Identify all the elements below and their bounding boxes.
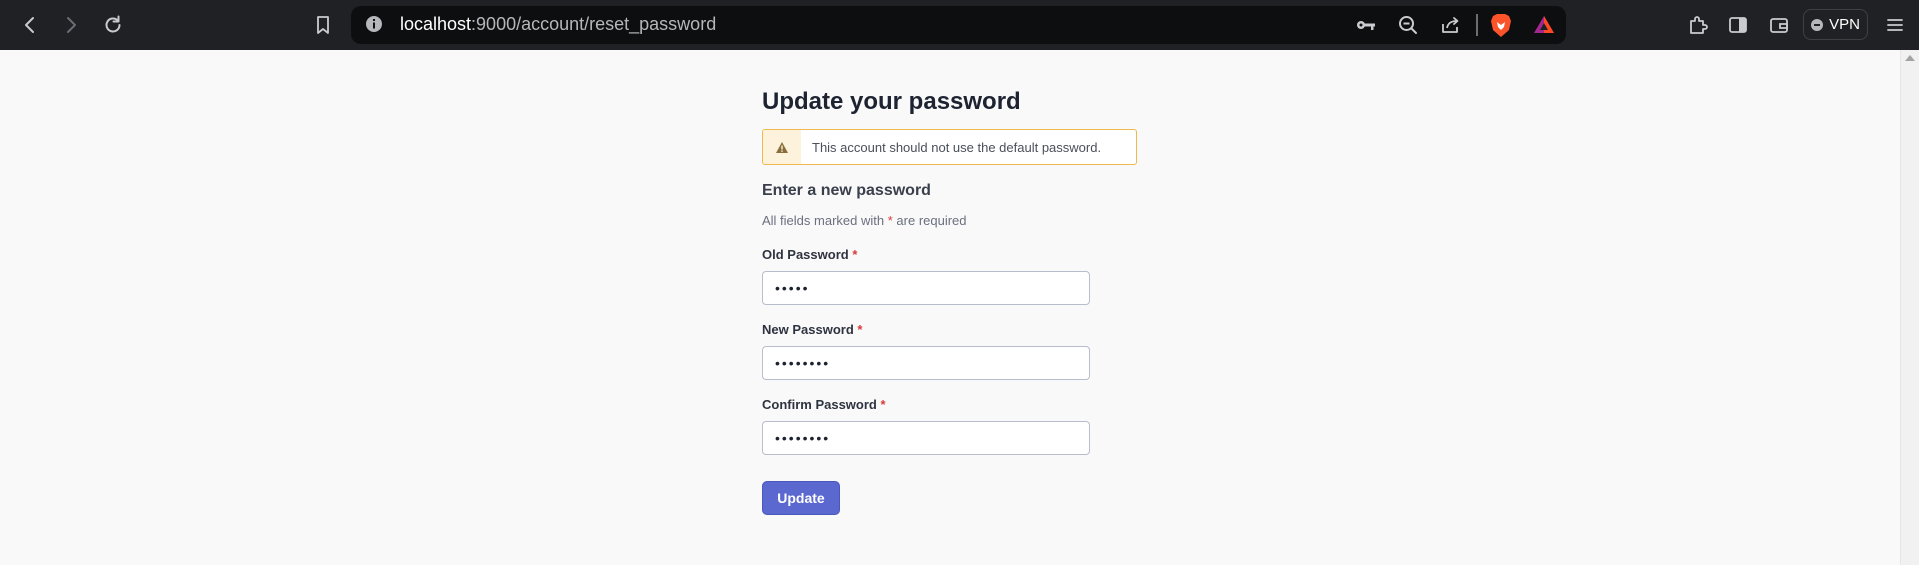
alert-message: This account should not use the default … <box>812 140 1102 155</box>
required-star: * <box>887 213 893 228</box>
vpn-status-icon <box>1811 18 1824 31</box>
url-host: localhost <box>400 14 472 34</box>
share-icon[interactable] <box>1438 13 1462 37</box>
old-password-label-text: Old Password <box>762 247 849 262</box>
scroll-up-arrow-icon[interactable] <box>1905 55 1915 61</box>
required-star: * <box>852 247 858 262</box>
warning-alert: This account should not use the default … <box>762 129 1137 165</box>
menu-icon[interactable] <box>1883 13 1907 37</box>
update-button[interactable]: Update <box>762 481 840 515</box>
new-password-label-text: New Password <box>762 322 854 337</box>
required-note: All fields marked with * are required <box>762 213 967 228</box>
confirm-password-label-text: Confirm Password <box>762 397 877 412</box>
confirm-password-label: Confirm Password * <box>762 397 886 412</box>
brave-shield-icon[interactable] <box>1489 12 1513 38</box>
alert-icon-strip <box>763 130 801 164</box>
page-title: Update your password <box>762 88 1021 115</box>
extensions-icon[interactable] <box>1685 12 1711 38</box>
sidebar-icon[interactable] <box>1725 12 1751 38</box>
vpn-label: VPN <box>1829 16 1860 33</box>
back-icon[interactable] <box>18 13 42 37</box>
page-scrollbar[interactable] <box>1900 50 1919 565</box>
old-password-input[interactable]: ••••• <box>762 271 1090 305</box>
old-password-label: Old Password * <box>762 247 857 262</box>
browser-toolbar: localhost:9000/account/reset_password VP… <box>0 0 1919 50</box>
forward-icon[interactable] <box>59 13 83 37</box>
brave-rewards-icon[interactable] <box>1532 13 1556 37</box>
zoom-icon[interactable] <box>1396 13 1420 37</box>
key-icon[interactable] <box>1354 13 1378 37</box>
confirm-password-input[interactable]: •••••••• <box>762 421 1090 455</box>
new-password-input[interactable]: •••••••• <box>762 346 1090 380</box>
required-star: * <box>880 397 886 412</box>
warning-icon <box>776 141 788 153</box>
url-path: :9000/account/reset_password <box>471 14 717 34</box>
section-title: Enter a new password <box>762 182 931 199</box>
required-note-text: All fields marked with <box>762 213 885 228</box>
bookmark-icon[interactable] <box>311 13 335 37</box>
required-star: * <box>857 322 863 337</box>
toolbar-divider <box>1476 14 1478 36</box>
site-info-icon[interactable] <box>364 14 384 34</box>
wallet-icon[interactable] <box>1766 12 1792 38</box>
new-password-label: New Password * <box>762 322 862 337</box>
vpn-button[interactable]: VPN <box>1803 9 1868 40</box>
required-note-suffix: are required <box>896 213 967 228</box>
reload-icon[interactable] <box>101 13 125 37</box>
url-text[interactable]: localhost:9000/account/reset_password <box>400 14 716 34</box>
